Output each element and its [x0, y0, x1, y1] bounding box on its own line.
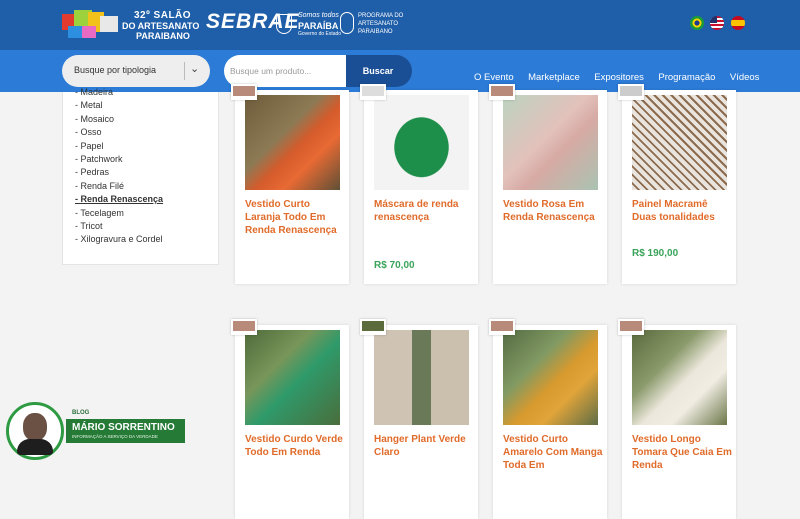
select-divider	[184, 62, 185, 80]
artisan-avatar[interactable]	[618, 319, 644, 335]
product-card[interactable]: Painel Macramê Duas tonalidades R$ 190,0…	[618, 84, 736, 284]
product-image[interactable]	[632, 95, 727, 190]
search-button[interactable]: Buscar	[346, 55, 412, 87]
menu-item-evento[interactable]: O Evento	[474, 72, 514, 83]
artisan-avatar[interactable]	[231, 84, 257, 100]
artisan-avatar[interactable]	[489, 319, 515, 335]
category-item-active[interactable]: - Renda Renascença	[75, 193, 163, 206]
category-item[interactable]: - Madeira	[75, 86, 163, 99]
category-item[interactable]: - Metal	[75, 99, 163, 112]
menu-item-programacao[interactable]: Programação	[658, 72, 715, 83]
product-price: R$ 190,00	[632, 248, 679, 259]
gov-name: PARAÍBA	[298, 21, 339, 31]
product-title[interactable]: Painel Macramê Duas tonalidades	[632, 198, 732, 224]
gov-subtitle: Governo do Estado	[298, 31, 342, 37]
category-item[interactable]: - Pedras	[75, 166, 163, 179]
avatar-body	[17, 439, 53, 455]
programa-text: PROGRAMA DO ARTESANATO PARAIBANO	[358, 13, 404, 35]
product-title[interactable]: Máscara de renda renascença	[374, 198, 474, 224]
product-title[interactable]: Vestido Longo Tomara Que Caia Em Renda	[632, 433, 732, 472]
category-item[interactable]: - Tricot	[75, 220, 163, 233]
blog-watermark: BLOG MÁRIO SORRENTINO INFORMAÇÃO A SERVI…	[6, 402, 185, 460]
product-card[interactable]: Vestido Longo Tomara Que Caia Em Renda	[618, 319, 736, 519]
programa-artesanato-logo[interactable]: PROGRAMA DO ARTESANATO PARAIBANO	[340, 10, 404, 40]
product-price: R$ 70,00	[374, 260, 415, 271]
blog-name: MÁRIO SORRENTINO	[72, 422, 175, 433]
typology-select-label: Busque por tipologia	[74, 65, 157, 75]
government-logo[interactable]: Somos todos PARAÍBA Governo do Estado	[276, 12, 341, 40]
blog-avatar	[6, 402, 64, 460]
product-card[interactable]: Máscara de renda renascença R$ 70,00	[360, 84, 478, 284]
category-item[interactable]: - Osso	[75, 126, 163, 139]
product-title[interactable]: Vestido Curdo Verde Todo Em Renda	[245, 433, 345, 459]
gov-slogan: Somos todos	[298, 12, 339, 19]
logo-line2: DO ARTESANATO	[122, 21, 200, 31]
avatar-face	[23, 413, 47, 441]
category-item[interactable]: - Papel	[75, 140, 163, 153]
programa-mark-icon	[340, 12, 354, 34]
artisan-avatar[interactable]	[489, 84, 515, 100]
usa-flag-icon[interactable]	[710, 16, 725, 30]
product-image[interactable]	[503, 330, 598, 425]
top-header: 32º SALÃO DO ARTESANATO PARAIBANO SEBRAE…	[0, 0, 800, 50]
artisan-avatar[interactable]	[360, 319, 386, 335]
product-image[interactable]	[632, 330, 727, 425]
product-image[interactable]	[374, 330, 469, 425]
brazil-flag-icon[interactable]	[690, 16, 704, 30]
blog-banner: MÁRIO SORRENTINO INFORMAÇÃO A SERVIÇO DA…	[66, 419, 185, 443]
category-item[interactable]: - Xilogravura e Cordel	[75, 233, 163, 246]
search-button-label: Buscar	[362, 66, 394, 76]
category-item[interactable]: - Mosaico	[75, 113, 163, 126]
product-title[interactable]: Vestido Curto Amarelo Com Manga Toda Em	[503, 433, 603, 472]
main-menu: O Evento Marketplace Expositores Program…	[474, 67, 769, 85]
chevron-down-icon[interactable]: ⌄	[190, 62, 199, 75]
spain-flag-icon[interactable]	[730, 16, 745, 30]
artisan-avatar[interactable]	[618, 84, 644, 100]
product-card[interactable]: Vestido Curto Laranja Todo Em Renda Rena…	[231, 84, 349, 284]
product-card[interactable]: Vestido Rosa Em Renda Renascença	[489, 84, 607, 284]
product-card[interactable]: Vestido Curto Amarelo Com Manga Toda Em	[489, 319, 607, 519]
product-card[interactable]: Vestido Curdo Verde Todo Em Renda	[231, 319, 349, 519]
product-image[interactable]	[245, 330, 340, 425]
product-image[interactable]	[503, 95, 598, 190]
paraiba-flag-logo-icon	[62, 10, 118, 38]
category-list: - Madeira - Metal - Mosaico - Osso - Pap…	[75, 86, 163, 247]
product-title[interactable]: Hanger Plant Verde Claro	[374, 433, 474, 459]
salao-logo[interactable]: 32º SALÃO DO ARTESANATO PARAIBANO	[62, 6, 202, 44]
crest-icon	[276, 14, 292, 34]
product-card[interactable]: Hanger Plant Verde Claro	[360, 319, 478, 519]
language-flags	[690, 16, 747, 35]
menu-item-videos[interactable]: Vídeos	[730, 72, 760, 83]
artisan-avatar[interactable]	[360, 84, 386, 100]
artisan-avatar[interactable]	[231, 319, 257, 335]
product-search-input[interactable]: Busque um produto...	[224, 55, 346, 87]
logo-line3: PARAIBANO	[136, 31, 190, 41]
blog-label: BLOG	[72, 410, 90, 416]
category-sidebar: - Madeira - Metal - Mosaico - Osso - Pap…	[62, 87, 219, 265]
logo-line1: 32º SALÃO	[134, 10, 192, 21]
blog-tagline: INFORMAÇÃO A SERVIÇO DA VERDADE	[72, 434, 158, 439]
category-item[interactable]: - Tecelagem	[75, 207, 163, 220]
category-item[interactable]: - Patchwork	[75, 153, 163, 166]
search-placeholder: Busque um produto...	[230, 66, 312, 76]
menu-item-expositores[interactable]: Expositores	[594, 72, 644, 83]
product-title[interactable]: Vestido Rosa Em Renda Renascença	[503, 198, 603, 224]
product-image[interactable]	[245, 95, 340, 190]
product-title[interactable]: Vestido Curto Laranja Todo Em Renda Rena…	[245, 198, 345, 237]
product-image[interactable]	[374, 95, 469, 190]
menu-item-marketplace[interactable]: Marketplace	[528, 72, 580, 83]
typology-select[interactable]: Busque por tipologia ⌄	[62, 55, 210, 87]
category-item[interactable]: - Renda Filé	[75, 180, 163, 193]
